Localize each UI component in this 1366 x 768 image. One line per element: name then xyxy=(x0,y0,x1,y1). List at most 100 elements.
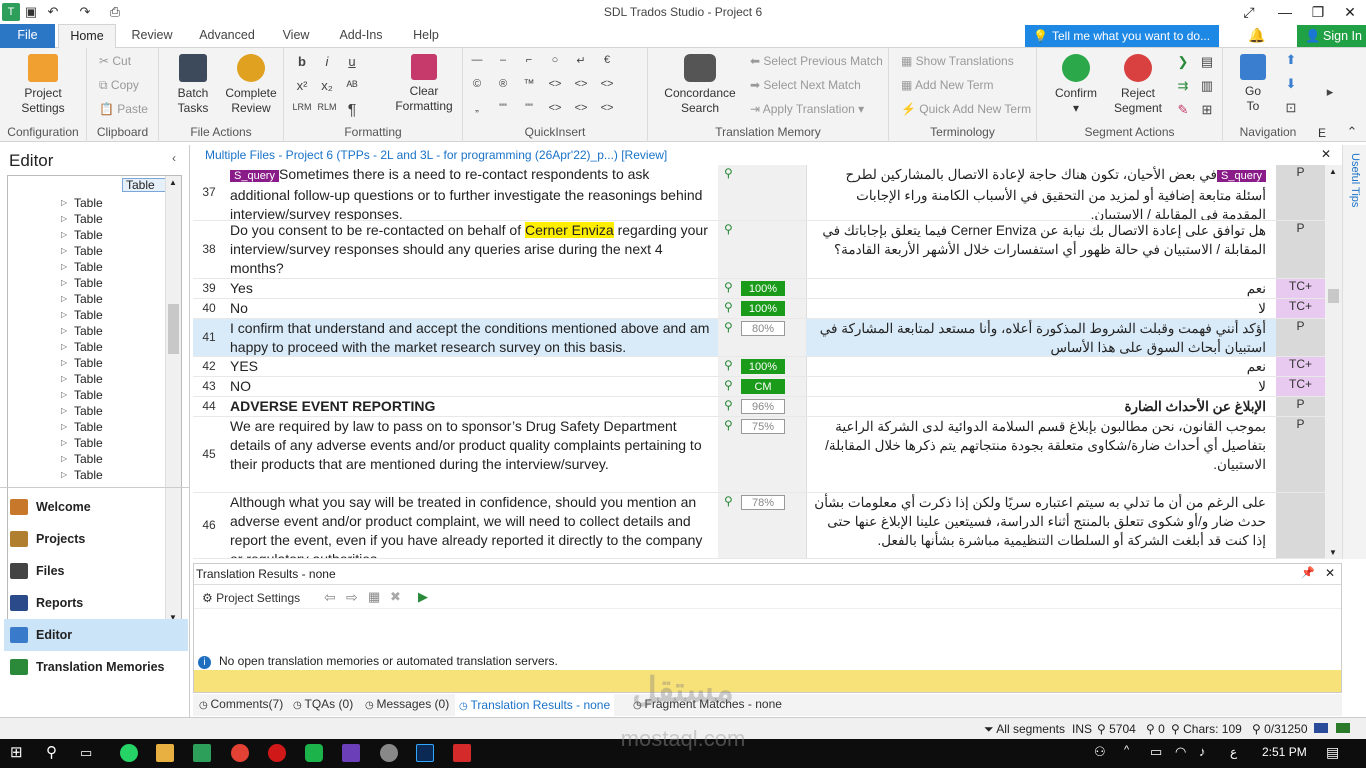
target-text[interactable]: لا xyxy=(813,377,1266,396)
target-text[interactable]: نعم xyxy=(813,279,1266,298)
quickinsert-symbol-button[interactable]: <> xyxy=(545,102,565,114)
tree-item[interactable]: Table xyxy=(61,436,103,450)
tree-header-selected[interactable]: Table xyxy=(122,178,168,192)
tell-me-box[interactable]: 💡 Tell me what you want to do... xyxy=(1025,25,1219,47)
target-text[interactable]: هل توافق على إعادة الاتصال بك نيابة عن C… xyxy=(813,221,1266,259)
tree-item[interactable]: Table xyxy=(61,372,103,386)
scroll-thumb[interactable] xyxy=(168,304,179,354)
app-icon[interactable] xyxy=(380,744,398,762)
scroll-up-icon[interactable]: ▲ xyxy=(169,178,177,187)
copy-source-icon[interactable]: ⇉ xyxy=(1173,78,1193,94)
underline-button[interactable]: u xyxy=(342,54,362,69)
complete-review-button[interactable]: Complete Review xyxy=(221,54,281,116)
quickinsert-symbol-button[interactable]: ™ xyxy=(519,78,539,90)
visual-studio-icon[interactable] xyxy=(342,744,360,762)
quickinsert-symbol-button[interactable]: © xyxy=(467,78,487,90)
previous-result-icon[interactable]: ⇦ xyxy=(324,589,336,606)
source-text[interactable]: NO xyxy=(230,377,710,396)
paragraph-button[interactable]: ¶ xyxy=(342,102,362,120)
windows-start-icon[interactable]: ⊞ xyxy=(10,744,28,762)
tab-file[interactable]: File xyxy=(0,24,55,48)
inline-tag[interactable]: S_query xyxy=(230,170,279,182)
target-text[interactable]: أؤكد أنني فهمت وقبلت الشروط المذكورة أعل… xyxy=(813,319,1266,356)
quickinsert-symbol-button[interactable]: <> xyxy=(545,78,565,90)
cut-button[interactable]: ✂ Cut xyxy=(99,54,131,68)
rlm-button[interactable]: RLM xyxy=(317,102,337,112)
tree-item[interactable]: Table xyxy=(61,324,103,338)
nav-item-welcome[interactable]: Welcome xyxy=(4,491,188,523)
batch-tasks-button[interactable]: Batch Tasks xyxy=(167,54,219,116)
filter-status[interactable]: ⏷ All segments xyxy=(984,722,1065,737)
select-next-match-button[interactable]: ➡ Select Next Match xyxy=(750,78,861,92)
source-text[interactable]: No xyxy=(230,299,710,318)
quickinsert-symbol-button[interactable]: ® xyxy=(493,78,513,90)
minimize-button[interactable]: — xyxy=(1268,0,1302,24)
select-previous-match-button[interactable]: ⬅ Select Previous Match xyxy=(750,54,883,68)
source-text[interactable]: Do you consent to be re-contacted on beh… xyxy=(230,221,710,278)
source-text[interactable]: I confirm that understand and accept the… xyxy=(230,319,710,356)
source-text[interactable]: YES xyxy=(230,357,710,376)
project-settings-link[interactable]: ⚙ Project Settings xyxy=(202,591,300,605)
bottom-tab[interactable]: ◷ TQAs (0) xyxy=(293,697,353,711)
next-segment-icon[interactable]: ⬇ xyxy=(1281,76,1301,92)
tab-view[interactable]: View xyxy=(274,24,318,49)
quickinsert-symbol-button[interactable]: – xyxy=(493,54,513,66)
tree-item[interactable]: Table xyxy=(61,468,103,482)
scroll-thumb[interactable] xyxy=(1328,289,1339,303)
next-result-icon[interactable]: ⇨ xyxy=(346,589,358,606)
target-text[interactable]: بموجب القانون، نحن مطالبون بإبلاغ قسم ال… xyxy=(813,417,1266,474)
tree-item[interactable]: Table xyxy=(61,228,103,242)
lrm-button[interactable]: LRM xyxy=(292,102,312,112)
segment-row[interactable]: 43 NO ⚲ CM لا TC+ xyxy=(193,377,1325,397)
segment-row[interactable]: 39 Yes ⚲ 100% نعم TC+ xyxy=(193,279,1325,299)
source-text[interactable]: ADVERSE EVENT REPORTING xyxy=(230,397,710,416)
nav-item-reports[interactable]: Reports xyxy=(4,587,188,619)
close-document-icon[interactable]: ✕ xyxy=(1321,147,1331,161)
segment-row[interactable]: 40 No ⚲ 100% لا TC+ xyxy=(193,299,1325,319)
apply-translation-button[interactable]: ⇥ Apply Translation ▾ xyxy=(750,102,864,116)
apply-result-icon[interactable]: ▶ xyxy=(418,589,428,605)
paste-button[interactable]: 📋 Paste xyxy=(99,102,148,116)
collapse-panel-icon[interactable]: ‹ xyxy=(172,151,176,165)
search-icon[interactable]: ⚲ xyxy=(46,744,64,762)
abc-icon[interactable]: ᴬᴮ xyxy=(342,78,362,93)
quickinsert-symbol-button[interactable]: <> xyxy=(571,102,591,114)
nav-item-projects[interactable]: Projects xyxy=(4,523,188,555)
quickinsert-symbol-button[interactable]: "" xyxy=(519,102,539,114)
quickinsert-symbol-button[interactable]: <> xyxy=(571,78,591,90)
people-icon[interactable]: ⚇ xyxy=(1094,744,1106,760)
close-button[interactable]: ✕ xyxy=(1334,0,1366,24)
scroll-up-icon[interactable]: ▲ xyxy=(1329,167,1337,176)
bold-button[interactable]: b xyxy=(292,54,312,69)
restore-ribbon-icon[interactable]: ⤢ xyxy=(1232,0,1266,24)
source-text[interactable]: S_query Sometimes there is a need to re-c… xyxy=(230,165,710,220)
ribbon-scroll-right-icon[interactable]: ▸ xyxy=(1320,84,1340,100)
quick-add-term-button[interactable]: ⚡ Quick Add New Term xyxy=(901,102,1031,116)
whatsapp-icon[interactable] xyxy=(120,744,138,762)
bookmark-icon[interactable]: ⊡ xyxy=(1281,100,1301,116)
clock[interactable]: 2:51 PM xyxy=(1262,745,1307,759)
language-indicator[interactable]: ع xyxy=(1230,745,1237,759)
concordance-search-button[interactable]: Concordance Search xyxy=(660,54,740,116)
tree-item[interactable]: Table xyxy=(61,212,103,226)
split-icon[interactable]: ▥ xyxy=(1197,78,1217,94)
quickinsert-symbol-button[interactable]: <> xyxy=(597,102,617,114)
segment-row[interactable]: 41 I confirm that understand and accept t… xyxy=(193,319,1325,357)
quickinsert-symbol-button[interactable]: — xyxy=(467,54,487,66)
tab-advanced[interactable]: Advanced xyxy=(192,24,262,49)
quickinsert-symbol-button[interactable]: ↵ xyxy=(571,54,591,67)
nav-item-editor[interactable]: Editor xyxy=(4,619,188,651)
editor-scrollbar[interactable]: ▲ ▼ xyxy=(1325,165,1342,559)
bottom-tab[interactable]: ◷ Comments(7) xyxy=(199,697,283,711)
segment-row[interactable]: 37 S_query Sometimes there is a need to re… xyxy=(193,165,1325,221)
go-to-button[interactable]: Go To xyxy=(1233,54,1273,114)
close-panel-icon[interactable]: ✕ xyxy=(1325,566,1335,580)
segment-row[interactable]: 46 Although what you say will be treated … xyxy=(193,493,1325,559)
bottom-tab[interactable]: ◷ Translation Results - none xyxy=(455,694,615,716)
clear-formatting-button[interactable]: Clear Formatting xyxy=(390,54,458,114)
volume-icon[interactable]: ♪ xyxy=(1199,744,1206,759)
tab-help[interactable]: Help xyxy=(404,24,448,49)
wifi-icon[interactable]: ◠ xyxy=(1175,744,1186,760)
tree-item[interactable]: Table xyxy=(61,260,103,274)
tree-item[interactable]: Table xyxy=(61,388,103,402)
